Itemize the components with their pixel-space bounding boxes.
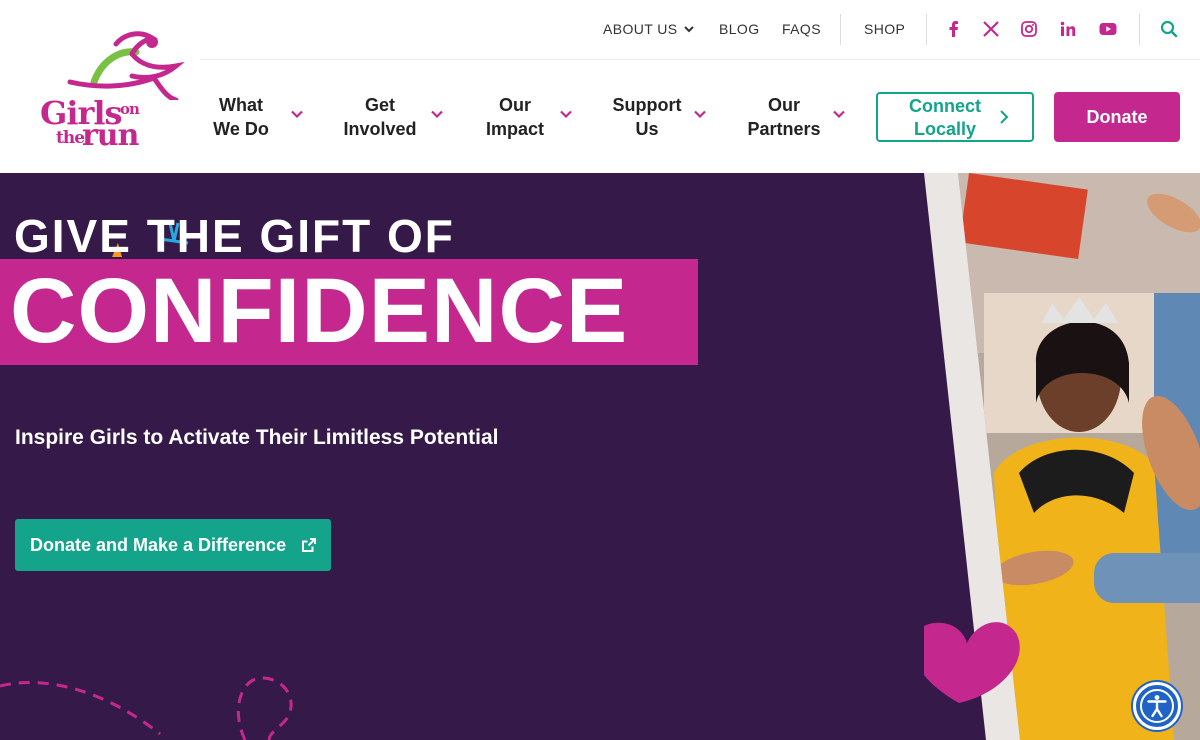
logo-word-the: the (56, 128, 85, 148)
logo-word-on: on (120, 100, 140, 118)
nav-label: Us (635, 119, 659, 139)
nav-label: We Do (213, 119, 269, 139)
nav-what-we-do[interactable]: What We Do (206, 93, 316, 143)
nav-our-partners[interactable]: Our Partners (744, 93, 854, 143)
girls-on-the-run-logo[interactable]: Girls on the run (36, 30, 186, 155)
youtube-icon[interactable] (1098, 19, 1118, 39)
nav-our-impact[interactable]: Our Impact (480, 93, 580, 143)
page: Girls on the run ABOUT US BLOG FAQS SHOP (0, 0, 1200, 740)
nav-label: Support (612, 95, 682, 115)
blog-link[interactable]: BLOG (719, 21, 760, 37)
instagram-icon[interactable] (1019, 19, 1039, 39)
shop-link[interactable]: SHOP (864, 21, 905, 37)
nav-support-us[interactable]: Support Us (607, 93, 717, 143)
chevron-down-icon (833, 110, 845, 119)
chevron-down-icon (560, 110, 572, 119)
chevron-down-icon (694, 110, 706, 119)
chevron-down-icon (291, 110, 303, 119)
external-link-icon (302, 538, 316, 552)
runner-logo-icon (67, 31, 185, 100)
accessibility-button[interactable] (1133, 682, 1181, 730)
chevron-down-icon[interactable] (683, 23, 695, 35)
site-header: Girls on the run ABOUT US BLOG FAQS SHOP (0, 0, 1200, 173)
nav-label: Involved (343, 119, 417, 139)
logo-word-run: run (82, 118, 139, 153)
cta-label: Donate and Make a Difference (30, 535, 287, 555)
divider (926, 14, 927, 45)
hero-photo (924, 173, 1200, 740)
donate-button[interactable]: Donate (1054, 92, 1180, 142)
nav-label: Get (364, 95, 395, 115)
hero-title-main: CONFIDENCE (10, 260, 629, 362)
hero-title-top: GIVE THE GIFT OF (14, 210, 455, 262)
connect-locally-button[interactable]: Connect Locally (876, 92, 1034, 142)
linkedin-icon[interactable] (1058, 19, 1078, 39)
faqs-link[interactable]: FAQS (782, 21, 821, 37)
chevron-right-icon (1000, 110, 1009, 124)
x-icon[interactable] (981, 19, 1001, 39)
nav-label: Impact (485, 119, 545, 139)
divider (1139, 14, 1140, 45)
hero-section: GIVE THE GIFT OF CONFIDENCE Inspire Girl… (0, 173, 1200, 740)
about-us-link[interactable]: ABOUT US (603, 21, 678, 37)
search-icon[interactable] (1160, 20, 1178, 38)
chevron-down-icon (431, 110, 443, 119)
accessibility-icon (1140, 689, 1174, 723)
nav-label: Our (767, 95, 800, 115)
nav-label: Partners (747, 119, 821, 139)
hero-subtitle: Inspire Girls to Activate Their Limitles… (15, 426, 499, 449)
nav-get-involved[interactable]: Get Involved (340, 93, 450, 143)
nav-label: What (219, 95, 263, 115)
divider (840, 14, 841, 45)
facebook-icon[interactable] (944, 19, 964, 39)
donate-cta-button[interactable]: Donate and Make a Difference (15, 519, 331, 571)
utility-nav: ABOUT US BLOG FAQS SHOP (200, 0, 1200, 60)
dashed-path-decoration (0, 676, 293, 740)
nav-label: Our (498, 95, 531, 115)
